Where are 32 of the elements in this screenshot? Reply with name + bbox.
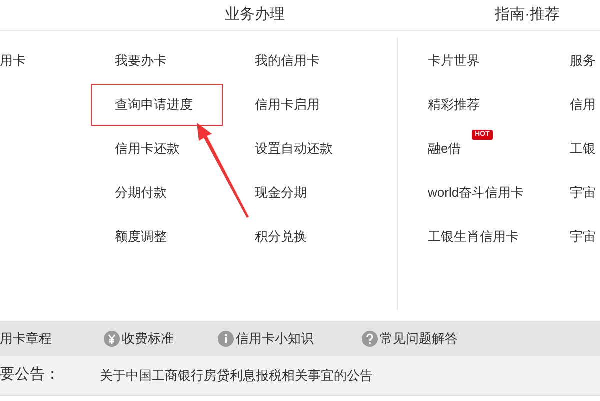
section-title: 指南·推荐 — [495, 4, 560, 25]
menu-link[interactable]: 信用 — [570, 95, 596, 115]
menu-link[interactable]: 分期付款 — [115, 183, 167, 203]
menu-link[interactable]: 信用卡还款 — [115, 139, 180, 159]
menu-link[interactable]: 我的信用卡 — [255, 51, 320, 71]
menu-link[interactable]: 用卡 — [0, 51, 26, 71]
menu-link[interactable]: 融e借 — [428, 139, 462, 159]
footer-link[interactable]: 常见问题解答 — [362, 328, 506, 348]
help-icon — [362, 330, 378, 346]
notice-label: 要公告： — [0, 365, 61, 386]
menu-link[interactable]: 信用卡启用 — [255, 95, 320, 115]
footer-link[interactable]: 信用卡小知识 — [218, 328, 362, 348]
footer-link[interactable]: 收费标准 — [104, 328, 218, 348]
menu-link[interactable]: 现金分期 — [255, 183, 307, 203]
menu-link[interactable]: 工银生肖信用卡 — [428, 227, 519, 247]
menu-link[interactable]: 精彩推荐 — [428, 95, 480, 115]
menu-link[interactable]: 额度调整 — [115, 227, 167, 247]
menu-link[interactable]: 我要办卡 — [115, 51, 167, 71]
footer-link[interactable]: 用卡章程 — [0, 328, 104, 348]
section-title: 业务办理 — [225, 4, 285, 25]
yen-icon — [104, 330, 120, 346]
menu-link[interactable]: 卡片世界 — [428, 51, 480, 71]
menu-link[interactable]: 宇宙 — [570, 227, 596, 247]
info-icon — [218, 330, 234, 346]
menu-link[interactable]: 服务 — [570, 51, 596, 71]
notice-link[interactable]: 关于中国工商银行房贷利息报税相关事宜的公告 — [100, 366, 373, 386]
menu-link[interactable]: 查询申请进度 — [91, 84, 223, 126]
menu-link[interactable]: 宇宙 — [570, 183, 596, 203]
menu-link[interactable]: 工银 — [570, 139, 596, 159]
menu-link[interactable]: world奋斗信用卡 — [428, 183, 524, 203]
menu-link[interactable]: 设置自动还款 — [255, 139, 333, 159]
menu-link[interactable]: 积分兑换 — [255, 227, 307, 247]
